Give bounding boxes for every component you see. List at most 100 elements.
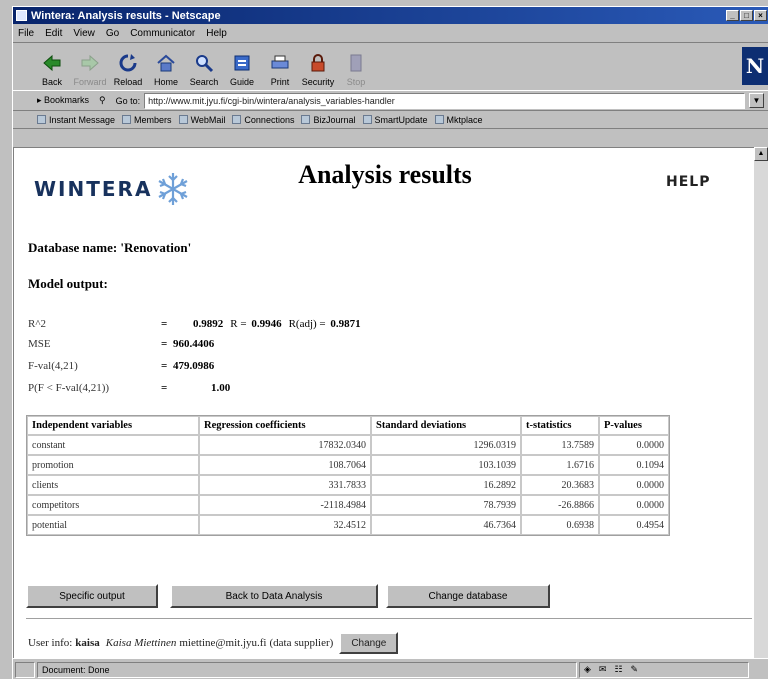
stat-fval: F-val(4,21) = 479.0986 xyxy=(28,360,215,372)
table-cell: 16.2892 xyxy=(371,475,521,495)
minimize-button[interactable]: _ xyxy=(726,10,739,21)
table-cell: clients xyxy=(27,475,199,495)
link-connections[interactable]: Connections xyxy=(232,115,294,125)
netscape-logo[interactable]: N xyxy=(742,47,768,85)
regression-table: Independent variables Regression coeffic… xyxy=(26,415,670,536)
status-text: Document: Done xyxy=(37,661,577,678)
scroll-up-arrow-icon[interactable]: ▲ xyxy=(754,147,768,161)
table-header-row: Independent variables Regression coeffic… xyxy=(27,416,669,435)
component-bar: ◈ ✉ ☷ ✎ xyxy=(579,661,749,678)
mail-icon[interactable]: ✉ xyxy=(599,664,607,675)
home-button[interactable]: Home xyxy=(147,51,185,87)
table-row: clients 331.7833 16.2892 20.3683 0.0000 xyxy=(27,475,669,495)
table-cell: -26.8866 xyxy=(521,495,599,515)
reload-icon xyxy=(117,51,139,75)
table-cell: 1.6716 xyxy=(521,455,599,475)
link-instant-message[interactable]: Instant Message xyxy=(37,115,115,125)
stat-r2: R^2 = 0.9892 R = 0.9946 R(adj) = 0.9871 xyxy=(28,318,361,330)
link-webmail[interactable]: WebMail xyxy=(178,115,225,125)
table-cell: promotion xyxy=(27,455,199,475)
menu-go[interactable]: Go xyxy=(105,27,120,40)
bookmark-icon xyxy=(434,115,444,124)
menu-view[interactable]: View xyxy=(72,27,96,40)
forward-button[interactable]: Forward xyxy=(71,51,109,87)
security-button[interactable]: Security xyxy=(299,51,337,87)
table-cell: 0.4954 xyxy=(599,515,669,535)
back-to-data-analysis-button[interactable]: Back to Data Analysis xyxy=(170,584,378,608)
table-cell: 331.7833 xyxy=(199,475,371,495)
link-mktplace[interactable]: Mktplace xyxy=(434,115,483,125)
stat-mse: MSE = 960.4406 xyxy=(28,338,215,350)
table-cell: constant xyxy=(27,435,199,455)
navigation-toolbar: Back Forward Reload Home Search Guide Pr… xyxy=(13,42,768,91)
back-button[interactable]: Back xyxy=(33,51,71,87)
goto-label: Go to: xyxy=(115,95,141,106)
newsgroup-icon[interactable]: ☷ xyxy=(614,664,622,675)
menu-bar: File Edit View Go Communicator Help xyxy=(13,24,768,42)
stop-button[interactable]: Stop xyxy=(337,51,375,87)
change-user-button[interactable]: Change xyxy=(339,632,399,654)
search-button[interactable]: Search xyxy=(185,51,223,87)
table-row: competitors -2118.4984 78.7939 -26.8866 … xyxy=(27,495,669,515)
print-button[interactable]: Print xyxy=(261,51,299,87)
home-icon xyxy=(155,51,177,75)
bookmarks-button[interactable]: ▸ Bookmarks xyxy=(37,95,89,106)
divider xyxy=(26,618,752,620)
url-dropdown-arrow-icon[interactable]: ▼ xyxy=(749,93,764,108)
table-cell: 108.7064 xyxy=(199,455,371,475)
table-cell: -2118.4984 xyxy=(199,495,371,515)
personal-toolbar: Instant Message Members WebMail Connecti… xyxy=(13,111,768,129)
user-role: (data supplier) xyxy=(269,637,334,649)
menu-help[interactable]: Help xyxy=(205,27,228,40)
navigator-icon[interactable]: ◈ xyxy=(584,664,591,675)
change-database-button[interactable]: Change database xyxy=(386,584,550,608)
bookmark-icon xyxy=(301,115,311,124)
guide-icon xyxy=(231,51,253,75)
netscape-app-icon xyxy=(16,10,27,21)
browser-window: Wintera: Analysis results - Netscape _ □… xyxy=(12,6,768,679)
table-cell: 103.1039 xyxy=(371,455,521,475)
user-info: User info: kaisa Kaisa Miettinen miettin… xyxy=(28,632,399,654)
lock-icon xyxy=(307,51,329,75)
location-bar: ▸ Bookmarks ⚲ Go to: http://www.mit.jyu.… xyxy=(13,91,768,111)
table-cell: competitors xyxy=(27,495,199,515)
table-row: constant 17832.0340 1296.0319 13.7589 0.… xyxy=(27,435,669,455)
table-cell: 0.0000 xyxy=(599,495,669,515)
link-bizjournal[interactable]: BizJournal xyxy=(301,115,356,125)
table-cell: 78.7939 xyxy=(371,495,521,515)
link-smartupdate[interactable]: SmartUpdate xyxy=(362,115,428,125)
link-members[interactable]: Members xyxy=(122,115,172,125)
page-proxy-icon[interactable]: ⚲ xyxy=(99,95,106,106)
model-output-heading: Model output: xyxy=(28,276,108,291)
url-input[interactable]: http://www.mit.jyu.fi/cgi-bin/wintera/an… xyxy=(144,92,745,109)
table-cell: 20.3683 xyxy=(521,475,599,495)
composer-icon[interactable]: ✎ xyxy=(631,664,639,675)
stat-value: 1.00 xyxy=(211,382,231,394)
stat-pval: P(F < F-val(4,21)) = 1.00 xyxy=(28,382,231,394)
bookmark-icon xyxy=(362,115,372,124)
guide-button[interactable]: Guide xyxy=(223,51,261,87)
stat-value: 960.4406 xyxy=(173,338,215,350)
menu-file[interactable]: File xyxy=(17,27,35,40)
vertical-scrollbar[interactable]: ▲ xyxy=(754,147,768,658)
table-cell: 46.7364 xyxy=(371,515,521,535)
menu-edit[interactable]: Edit xyxy=(44,27,63,40)
page-title: Analysis results xyxy=(298,160,472,189)
column-header: Regression coefficients xyxy=(199,416,371,435)
specific-output-button[interactable]: Specific output xyxy=(26,584,158,608)
menu-communicator[interactable]: Communicator xyxy=(129,27,196,40)
table-cell: 0.0000 xyxy=(599,435,669,455)
stop-icon xyxy=(345,51,367,75)
table-cell: 32.4512 xyxy=(199,515,371,535)
table-row: promotion 108.7064 103.1039 1.6716 0.109… xyxy=(27,455,669,475)
table-cell: 0.6938 xyxy=(521,515,599,535)
user-email: miettine@mit.jyu.fi xyxy=(179,637,267,649)
back-arrow-icon xyxy=(41,51,63,75)
reload-button[interactable]: Reload xyxy=(109,51,147,87)
close-button[interactable]: × xyxy=(754,10,767,21)
stat-value: 479.0986 xyxy=(173,360,215,372)
maximize-button[interactable]: □ xyxy=(740,10,753,21)
print-icon xyxy=(269,51,291,75)
help-link[interactable]: HELP xyxy=(666,174,710,190)
column-header: t-statistics xyxy=(521,416,599,435)
